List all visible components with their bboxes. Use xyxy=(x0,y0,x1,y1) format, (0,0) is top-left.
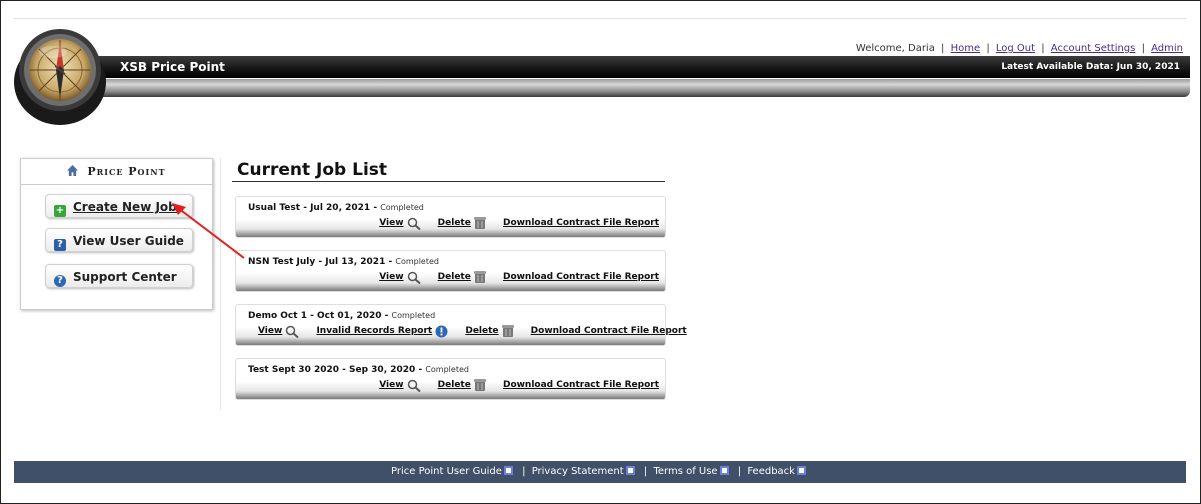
job-title: Demo Oct 1 - Oct 01, 2020 xyxy=(248,311,382,321)
job-status: Completed xyxy=(380,203,424,212)
guide-icon: ? xyxy=(54,239,66,251)
footer-feedback-label: Feedback xyxy=(747,466,795,477)
external-link-icon xyxy=(503,466,513,475)
download-report-link[interactable]: Download Contract File Report xyxy=(503,272,659,282)
job-card: Demo Oct 1 - Oct 01, 2020 - Completed Vi… xyxy=(235,304,687,346)
delete-label: Delete xyxy=(465,326,499,336)
view-label: View xyxy=(379,380,404,390)
job-name: NSN Test July - Jul 13, 2021 - Completed xyxy=(248,257,439,267)
job-name: Demo Oct 1 - Oct 01, 2020 - Completed xyxy=(248,311,436,321)
job-title: NSN Test July - Jul 13, 2021 xyxy=(248,257,386,267)
header-banner: XSB Price Point Latest Available Data: J… xyxy=(60,56,1190,78)
footer-user-guide-link[interactable]: Price Point User Guide xyxy=(391,466,516,477)
view-label: View xyxy=(258,326,283,336)
job-name: Test Sept 30 2020 - Sep 30, 2020 - Compl… xyxy=(248,365,469,375)
external-link-icon xyxy=(796,466,806,475)
job-list-rule xyxy=(232,181,665,182)
job-actions: View Invalid Records Report Delete Downl… xyxy=(258,324,687,338)
invalid-records-label: Invalid Records Report xyxy=(316,326,433,336)
footer-privacy-link[interactable]: Privacy Statement xyxy=(532,466,638,477)
footer-terms-link[interactable]: Terms of Use xyxy=(653,466,731,477)
footer-user-guide-label: Price Point User Guide xyxy=(391,466,502,477)
info-icon xyxy=(435,325,448,337)
support-center-label: Support Center xyxy=(73,270,177,284)
latest-data-label: Latest Available Data: Jun 30, 2021 xyxy=(1001,62,1180,72)
job-title: Test Sept 30 2020 - Sep 30, 2020 xyxy=(248,365,416,375)
view-link[interactable]: View xyxy=(258,325,299,338)
job-status: Completed xyxy=(425,365,469,374)
delete-link[interactable]: Delete xyxy=(438,378,486,392)
help-icon: ? xyxy=(54,275,66,287)
download-report-link[interactable]: Download Contract File Report xyxy=(531,326,687,336)
delete-link[interactable]: Delete xyxy=(438,270,486,284)
delete-label: Delete xyxy=(437,272,471,282)
logout-link[interactable]: Log Out xyxy=(996,43,1035,54)
sidebar-heading: Price Point xyxy=(21,159,212,185)
trash-icon xyxy=(501,325,514,337)
job-actions: View Delete Download Contract File Repor… xyxy=(365,378,659,392)
job-actions: View Delete Download Contract File Repor… xyxy=(365,270,659,284)
trash-icon xyxy=(473,379,486,391)
view-link[interactable]: View xyxy=(379,217,421,230)
delete-link[interactable]: Delete xyxy=(438,216,486,230)
home-link[interactable]: Home xyxy=(951,43,981,54)
job-card: NSN Test July - Jul 13, 2021 - Completed… xyxy=(235,250,666,292)
footer-privacy-label: Privacy Statement xyxy=(531,466,624,477)
support-center-button[interactable]: ? Support Center xyxy=(45,264,193,288)
admin-link[interactable]: Admin xyxy=(1151,43,1183,54)
job-title: Usual Test - Jul 20, 2021 xyxy=(248,203,371,213)
magnifier-icon xyxy=(407,217,421,230)
create-new-job-label: Create New Job xyxy=(73,200,177,214)
welcome-text: Welcome, Daria xyxy=(855,43,935,54)
magnifier-icon xyxy=(286,325,299,338)
delete-label: Delete xyxy=(437,380,471,390)
job-actions: View Delete Download Contract File Repor… xyxy=(365,216,659,230)
job-status: Completed xyxy=(395,257,439,266)
job-name: Usual Test - Jul 20, 2021 - Completed xyxy=(248,203,424,213)
home-icon xyxy=(67,165,79,176)
header-sub-bar xyxy=(60,79,1190,97)
magnifier-icon xyxy=(407,379,421,392)
delete-link[interactable]: Delete xyxy=(465,324,514,338)
compass-logo-icon xyxy=(14,29,106,125)
view-label: View xyxy=(379,218,404,228)
job-card: Test Sept 30 2020 - Sep 30, 2020 - Compl… xyxy=(235,358,666,400)
view-link[interactable]: View xyxy=(379,271,421,284)
job-card: Usual Test - Jul 20, 2021 - Completed Vi… xyxy=(235,196,666,238)
content-divider xyxy=(220,158,221,410)
view-link[interactable]: View xyxy=(379,379,421,392)
footer-terms-label: Terms of Use xyxy=(653,466,718,477)
sidebar-heading-label: Price Point xyxy=(87,165,166,178)
top-divider xyxy=(14,18,1186,19)
app-title: XSB Price Point xyxy=(120,60,225,74)
delete-label: Delete xyxy=(437,218,471,228)
annotation-arrow-icon xyxy=(172,203,245,259)
user-nav: Welcome, Daria | Home | Log Out | Accoun… xyxy=(855,43,1183,54)
plus-icon: + xyxy=(54,205,66,217)
footer-bar: Price Point User Guide | Privacy Stateme… xyxy=(14,461,1186,483)
download-report-link[interactable]: Download Contract File Report xyxy=(503,380,659,390)
download-report-link[interactable]: Download Contract File Report xyxy=(503,218,659,228)
footer-feedback-link[interactable]: Feedback xyxy=(747,466,809,477)
job-status: Completed xyxy=(391,311,436,320)
trash-icon xyxy=(473,217,486,229)
trash-icon xyxy=(473,271,486,283)
job-list-title: Current Job List xyxy=(237,160,388,180)
view-label: View xyxy=(379,272,404,282)
account-settings-link[interactable]: Account Settings xyxy=(1051,43,1136,54)
magnifier-icon xyxy=(407,271,421,284)
invalid-records-report-link[interactable]: Invalid Records Report xyxy=(316,325,448,338)
external-link-icon xyxy=(719,466,729,475)
external-link-icon xyxy=(625,466,635,475)
